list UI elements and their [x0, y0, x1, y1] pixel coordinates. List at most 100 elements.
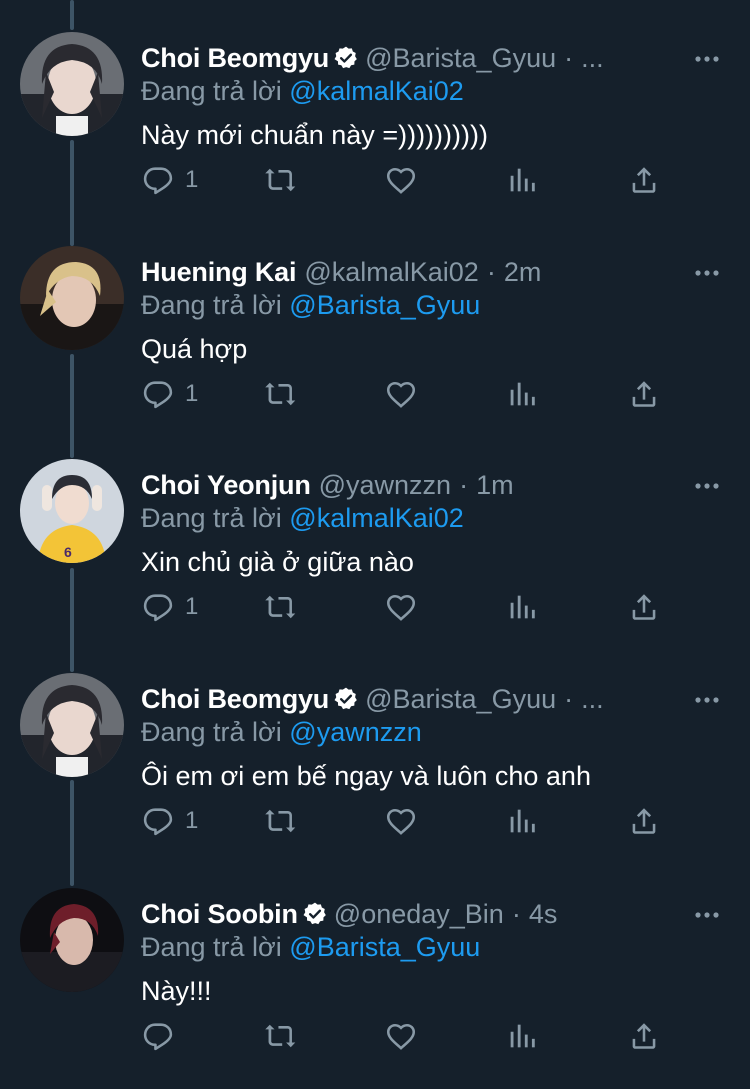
tweet-actions: 1 [141, 791, 681, 851]
retweet-button[interactable] [263, 1006, 299, 1066]
like-button[interactable] [384, 1006, 418, 1066]
retweet-button[interactable] [263, 150, 299, 210]
tweet-text: Xin chủ già ở giữa nào [141, 547, 414, 577]
like-icon [384, 590, 418, 624]
share-icon [627, 804, 661, 838]
display-name[interactable]: Choi Soobin [141, 899, 298, 930]
reply-button[interactable]: 1 [141, 364, 198, 424]
timestamp[interactable]: 4s [529, 899, 558, 930]
reply-count: 1 [185, 807, 199, 834]
more-icon[interactable] [694, 473, 720, 499]
share-button[interactable] [627, 364, 661, 424]
handle[interactable]: @Barista_Gyuu [365, 684, 556, 715]
more-icon[interactable] [694, 260, 720, 286]
tweet[interactable]: Choi Beomgyu @Barista_Gyuu · ... Đang tr… [0, 0, 750, 214]
avatar[interactable]: 6 [20, 459, 124, 563]
retweet-button[interactable] [263, 791, 299, 851]
timestamp[interactable]: ... [581, 43, 604, 74]
timestamp[interactable]: 1m [476, 470, 514, 501]
analytics-button[interactable] [505, 1006, 539, 1066]
analytics-icon [505, 377, 539, 411]
retweet-icon [263, 376, 299, 412]
replying-to-label: Đang trả lời [141, 290, 282, 320]
replying-to: Đang trả lời @kalmalKai02 [141, 76, 464, 107]
mention-link[interactable]: @kalmalKai02 [289, 76, 464, 106]
analytics-icon [505, 1019, 539, 1053]
like-icon [384, 377, 418, 411]
reply-thread: Choi Beomgyu @Barista_Gyuu · ... Đang tr… [0, 0, 750, 1089]
display-name[interactable]: Choi Beomgyu [141, 684, 329, 715]
verified-badge-icon [302, 901, 328, 927]
handle[interactable]: @Barista_Gyuu [365, 43, 556, 74]
share-icon [627, 590, 661, 624]
reply-button[interactable] [141, 1006, 185, 1066]
avatar[interactable] [20, 246, 124, 350]
replying-to: Đang trả lời @Barista_Gyuu [141, 290, 480, 321]
share-button[interactable] [627, 150, 661, 210]
retweet-button[interactable] [263, 577, 299, 637]
separator-dot: · [564, 683, 574, 714]
share-icon [627, 377, 661, 411]
handle[interactable]: @kalmalKai02 [304, 257, 479, 288]
reply-button[interactable]: 1 [141, 791, 198, 851]
reply-count: 1 [185, 166, 199, 193]
reply-icon [141, 590, 175, 624]
avatar[interactable] [20, 32, 124, 136]
display-name[interactable]: Choi Beomgyu [141, 43, 329, 74]
reply-count: 1 [185, 380, 199, 407]
tweet-text: Quá hợp [141, 334, 248, 364]
display-name[interactable]: Huening Kai [141, 257, 297, 288]
tweet[interactable]: Choi Soobin @oneday_Bin · 4s Đang trả lờ… [0, 856, 750, 1070]
like-button[interactable] [384, 791, 418, 851]
tweet[interactable]: 6 Choi Yeonjun @yawnzzn · 1m Đang trả lờ… [0, 427, 750, 641]
share-button[interactable] [627, 791, 661, 851]
verified-badge-icon [333, 45, 359, 71]
tweet-text: Này mới chuẩn này =)))))))))) [141, 120, 488, 150]
analytics-button[interactable] [505, 577, 539, 637]
handle[interactable]: @oneday_Bin [334, 899, 504, 930]
retweet-icon [263, 1018, 299, 1054]
analytics-icon [505, 163, 539, 197]
reply-button[interactable]: 1 [141, 577, 198, 637]
reply-icon [141, 377, 175, 411]
tweet-text: Ôi em ơi em bế ngay và luôn cho anh [141, 761, 591, 791]
tweet-actions: 1 [141, 577, 681, 637]
mention-link[interactable]: @Barista_Gyuu [289, 932, 480, 962]
like-button[interactable] [384, 577, 418, 637]
retweet-icon [263, 803, 299, 839]
mention-link[interactable]: @yawnzzn [289, 717, 421, 747]
reply-count: 1 [185, 593, 199, 620]
timestamp[interactable]: ... [581, 684, 604, 715]
timestamp[interactable]: 2m [504, 257, 542, 288]
like-button[interactable] [384, 150, 418, 210]
analytics-icon [505, 590, 539, 624]
replying-to: Đang trả lời @kalmalKai02 [141, 503, 464, 534]
more-icon[interactable] [694, 902, 720, 928]
separator-dot: · [564, 42, 574, 73]
replying-to-label: Đang trả lời [141, 503, 282, 533]
analytics-button[interactable] [505, 791, 539, 851]
tweet[interactable]: Huening Kai @kalmalKai02 · 2m Đang trả l… [0, 214, 750, 428]
like-icon [384, 804, 418, 838]
separator-dot: · [459, 469, 469, 500]
avatar[interactable] [20, 888, 124, 992]
retweet-button[interactable] [263, 364, 299, 424]
tweet[interactable]: Choi Beomgyu @Barista_Gyuu · ... Đang tr… [0, 641, 750, 855]
more-icon[interactable] [694, 46, 720, 72]
replying-to: Đang trả lời @yawnzzn [141, 717, 422, 748]
replying-to-label: Đang trả lời [141, 932, 282, 962]
analytics-button[interactable] [505, 150, 539, 210]
more-icon[interactable] [694, 687, 720, 713]
replying-to: Đang trả lời @Barista_Gyuu [141, 932, 480, 963]
mention-link[interactable]: @Barista_Gyuu [289, 290, 480, 320]
share-button[interactable] [627, 577, 661, 637]
like-button[interactable] [384, 364, 418, 424]
handle[interactable]: @yawnzzn [319, 470, 451, 501]
display-name[interactable]: Choi Yeonjun [141, 470, 311, 501]
mention-link[interactable]: @kalmalKai02 [289, 503, 464, 533]
reply-button[interactable]: 1 [141, 150, 198, 210]
avatar[interactable] [20, 673, 124, 777]
analytics-button[interactable] [505, 364, 539, 424]
share-button[interactable] [627, 1006, 661, 1066]
retweet-icon [263, 589, 299, 625]
